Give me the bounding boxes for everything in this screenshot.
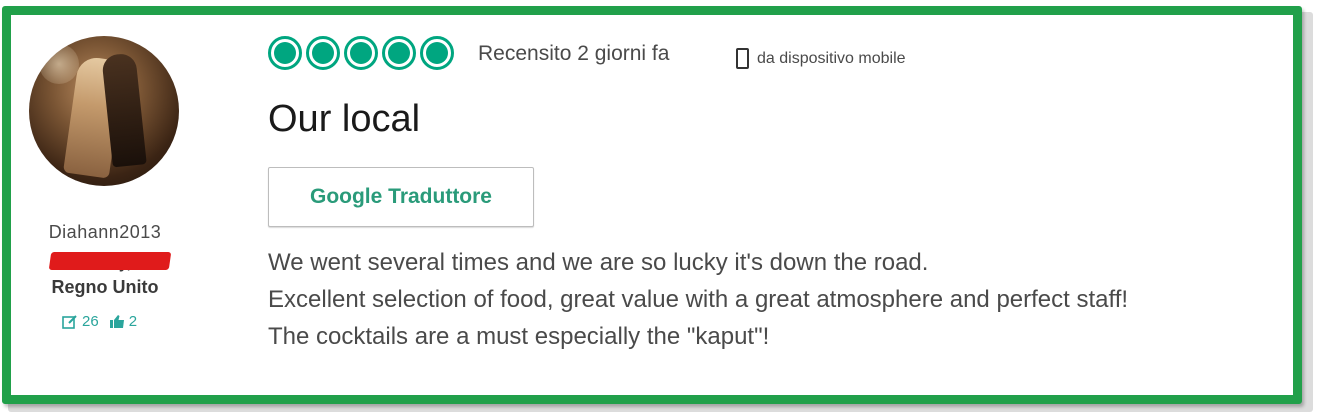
rating-bubble-icon (420, 36, 454, 70)
google-translate-button[interactable]: Google Traduttore (268, 167, 534, 227)
review-date: Recensito 2 giorni fa (478, 42, 670, 65)
review-body-line: We went several times and we are so luck… (268, 249, 929, 276)
rating-bubble-icon (268, 36, 302, 70)
helpful-votes-count: 2 (128, 312, 138, 330)
reviews-count: 26 (82, 312, 99, 330)
rating-bubble-fill (274, 42, 296, 64)
pencil-box-icon (62, 314, 78, 329)
device-indicator: da dispositivo mobile (736, 48, 906, 69)
device-label: da dispositivo mobile (757, 49, 906, 67)
rating-bubble-fill (312, 42, 334, 64)
reviewer-stats: 26 2 (62, 311, 137, 331)
rating-bubble-fill (350, 42, 372, 64)
reviews-count-stat[interactable]: 26 (62, 313, 99, 330)
reviewer-username[interactable]: Diahann2013 (0, 222, 210, 243)
reviewer-location-redacted: R...y, (48, 252, 172, 272)
review-body-line: The cocktails are a must especially the … (268, 323, 770, 350)
review-title[interactable]: Our local (268, 98, 420, 141)
helpful-votes-stat[interactable]: 2 (109, 313, 137, 330)
avatar-light (39, 44, 79, 84)
mobile-phone-icon (736, 48, 749, 69)
rating-bubble-icon (306, 36, 340, 70)
redaction-mark (48, 252, 172, 270)
review-body-line: Excellent selection of food, great value… (268, 286, 1129, 313)
rating-bubbles (268, 36, 454, 70)
rating-bubble-fill (426, 42, 448, 64)
rating-bubble-icon (382, 36, 416, 70)
rating-bubble-fill (388, 42, 410, 64)
thumbs-up-icon (109, 314, 125, 329)
review-body: We went several times and we are so luck… (268, 244, 1278, 355)
rating-bubble-icon (344, 36, 378, 70)
avatar[interactable] (29, 36, 179, 186)
reviewer-location-line2: Regno Unito (51, 277, 159, 297)
